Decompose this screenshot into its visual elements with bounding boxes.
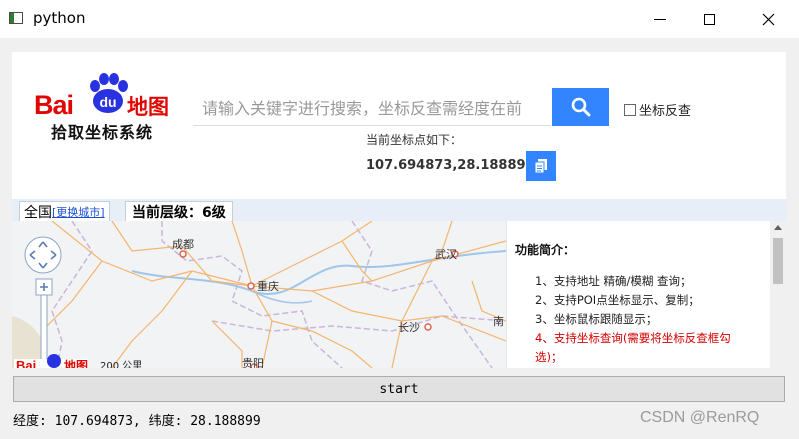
copy-icon <box>534 159 547 174</box>
map-logo-ditu: 地图 <box>64 358 88 368</box>
logo-du-text: du <box>99 94 116 110</box>
baidu-paw-icon: du <box>90 73 128 113</box>
scroll-up-icon[interactable] <box>774 225 782 230</box>
panel-title: 功能简介： <box>515 243 576 257</box>
start-button[interactable]: start <box>13 376 785 402</box>
window-title: python <box>33 9 86 27</box>
maximize-button[interactable] <box>686 0 732 38</box>
feature-item: 选)； <box>535 350 563 364</box>
city-tab[interactable]: 全国 [更换城市] <box>19 201 110 222</box>
map-graphic: 成都 重庆 武汉 长沙 贵阳 南 200 公里 Bai 地图 <box>12 221 506 368</box>
logo-bai-text: Bai <box>34 90 74 120</box>
feature-item: 3、坐标鼠标跟随显示； <box>535 312 658 326</box>
feature-item: 2、支持POI点坐标显示、复制； <box>535 293 700 307</box>
map-city-chongqing: 重庆 <box>257 279 279 293</box>
feature-item: 1、支持地址 精确/模糊 查询； <box>535 274 692 288</box>
scroll-thumb[interactable] <box>773 238 783 284</box>
reverse-lookup-label: 坐标反查 <box>639 104 692 119</box>
search-icon <box>571 97 590 117</box>
status-label: 经度: 107.694873, 纬度: 28.188899 <box>13 414 261 429</box>
map-city-chengdu: 成都 <box>172 238 194 251</box>
search-placeholder: 请输入关键字进行搜索，坐标反查需经度在前 <box>202 98 523 118</box>
logo-subtitle: 拾取坐标系统 <box>51 123 154 142</box>
close-icon <box>762 13 774 25</box>
copy-button[interactable] <box>526 151 556 181</box>
map-zoom-in-control <box>35 278 53 296</box>
map-scale-label: 200 公里 <box>100 360 142 368</box>
city-label: 全国 <box>24 205 52 221</box>
feature-item: 4、支持坐标查询(需要将坐标反查框勾 <box>535 331 731 345</box>
coord-value: 107.694873,28.188899 <box>366 158 535 173</box>
watermark: CSDN @RenRQ <box>640 409 760 426</box>
baidu-map-logo: Bai du 地图 拾取坐标系统 <box>34 72 184 142</box>
map-city-guiyang: 贵阳 <box>242 357 264 368</box>
change-city-link[interactable]: [更换城市] <box>52 204 105 220</box>
coord-label: 当前坐标点如下： <box>366 133 463 147</box>
minimize-button[interactable] <box>637 0 683 38</box>
map-city-changsha: 长沙 <box>398 321 420 334</box>
map-toolbar: 全国 [更换城市] 当前层级：6级 <box>12 199 786 222</box>
app-icon <box>9 12 23 24</box>
map-pan-control <box>24 236 62 274</box>
reverse-lookup-checkbox[interactable]: 坐标反查 <box>624 100 691 119</box>
panel-scrollbar[interactable] <box>770 221 786 368</box>
map-city-wuhan: 武汉 <box>435 248 457 261</box>
close-button[interactable] <box>745 0 791 38</box>
map-logo-text: Bai <box>16 358 36 368</box>
search-button[interactable] <box>552 88 609 126</box>
web-view: Bai du 地图 拾取坐标系统 请输入关键字进行搜索，坐标反查需经度在前 坐标… <box>12 52 786 368</box>
minimize-icon <box>654 18 666 20</box>
logo-ditu-text: 地图 <box>127 95 169 119</box>
maximize-icon <box>703 13 715 25</box>
search-input[interactable]: 请输入关键字进行搜索，坐标反查需经度在前 <box>193 88 551 126</box>
feature-panel: 功能简介： 1、支持地址 精确/模糊 查询； 2、支持POI点坐标显示、复制； … <box>506 221 771 368</box>
map-canvas[interactable]: 成都 重庆 武汉 长沙 贵阳 南 200 公里 Bai 地图 <box>12 221 506 368</box>
zoom-level-tab: 当前层级：6级 <box>125 201 233 222</box>
checkbox-box[interactable] <box>624 103 636 116</box>
title-bar: python <box>0 0 799 38</box>
map-city-nan: 南 <box>493 315 504 328</box>
